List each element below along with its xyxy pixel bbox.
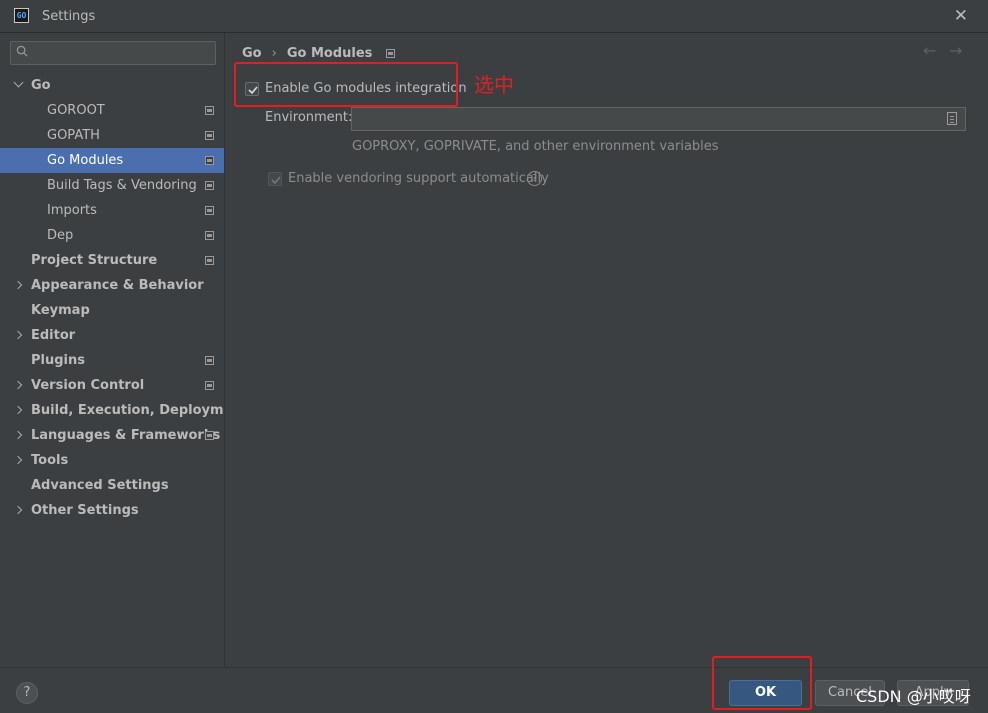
search-icon [16, 45, 28, 57]
sidebar-item-advanced-settings[interactable]: Advanced Settings [0, 473, 224, 498]
sidebar-item-build-execution-deployment[interactable]: Build, Execution, Deployment [0, 398, 248, 423]
help-button[interactable]: ? [16, 682, 38, 704]
sidebar-item-label: Build, Execution, Deployment [31, 403, 248, 418]
sidebar-item-keymap[interactable]: Keymap [0, 298, 224, 323]
sidebar-item-dep[interactable]: Dep [0, 223, 224, 248]
project-level-icon [205, 356, 214, 365]
sidebar-item-build-tags-vendoring[interactable]: Build Tags & Vendoring [0, 173, 224, 198]
sidebar-item-plugins[interactable]: Plugins [0, 348, 224, 373]
project-level-icon [386, 49, 396, 58]
sidebar-item-languages-frameworks[interactable]: Languages & Frameworks [0, 423, 224, 448]
settings-content-panel: Go › Go Modules ← → Enable Go modules in… [224, 33, 988, 667]
breadcrumb-current: Go Modules [286, 46, 373, 61]
sidebar-item-label: Version Control [31, 378, 145, 393]
chevron-right-icon[interactable] [13, 380, 23, 390]
sidebar-item-project-structure[interactable]: Project Structure [0, 248, 224, 273]
sidebar-item-editor[interactable]: Editor [0, 323, 224, 348]
back-arrow-icon[interactable]: ← [923, 41, 936, 60]
annotation-highlight-checkbox [234, 62, 458, 107]
project-level-icon [205, 381, 214, 390]
sidebar-item-label: Plugins [31, 353, 85, 368]
annotation-highlight-ok [712, 656, 812, 710]
sidebar-item-label: Build Tags & Vendoring [47, 178, 197, 193]
chevron-right-icon[interactable] [13, 405, 23, 415]
sidebar-item-label: GOROOT [47, 103, 105, 118]
breadcrumb-separator: › [271, 46, 277, 61]
project-level-icon [205, 181, 214, 190]
settings-search-input[interactable] [10, 41, 216, 65]
environment-input[interactable] [351, 107, 966, 131]
annotation-text: 选中 [474, 73, 514, 97]
breadcrumb: Go › Go Modules [242, 46, 396, 61]
settings-tree: Go GOROOT GOPATH Go Modules Build Tags & Ven… [0, 73, 248, 523]
chevron-right-icon[interactable] [13, 505, 23, 515]
sidebar-item-gopath[interactable]: GOPATH [0, 123, 224, 148]
sidebar-item-label: Go [31, 78, 51, 93]
sidebar-item-label: Project Structure [31, 253, 158, 268]
sidebar-item-label: Dep [47, 228, 74, 243]
project-level-icon [205, 231, 214, 240]
sidebar-item-version-control[interactable]: Version Control [0, 373, 224, 398]
sidebar-item-label: Go Modules [47, 153, 124, 168]
chevron-right-icon[interactable] [13, 280, 23, 290]
project-level-icon [205, 431, 214, 440]
sidebar-item-go[interactable]: Go [0, 73, 224, 98]
title-bar: GO Settings ✕ [0, 0, 988, 33]
sidebar-item-imports[interactable]: Imports [0, 198, 224, 223]
project-level-icon [205, 156, 214, 165]
help-icon[interactable]: ? [527, 171, 542, 186]
checkmark-icon [271, 176, 281, 185]
sidebar-item-label: Advanced Settings [31, 478, 169, 493]
sidebar-item-label: Appearance & Behavior [31, 278, 204, 293]
project-level-icon [205, 106, 214, 115]
sidebar-item-tools[interactable]: Tools [0, 448, 224, 473]
chevron-right-icon[interactable] [13, 430, 23, 440]
environment-label: Environment: [265, 110, 353, 125]
sidebar-item-label: Languages & Frameworks [31, 428, 221, 443]
sidebar-item-other-settings[interactable]: Other Settings [0, 498, 224, 523]
project-level-icon [205, 206, 214, 215]
settings-sidebar: Go GOROOT GOPATH Go Modules Build Tags & Ven… [0, 33, 248, 667]
project-level-icon [205, 131, 214, 140]
project-level-icon [205, 256, 214, 265]
sidebar-item-appearance-behavior[interactable]: Appearance & Behavior [0, 273, 224, 298]
chevron-down-icon[interactable] [13, 77, 24, 88]
forward-arrow-icon[interactable]: → [949, 41, 962, 60]
sidebar-item-label: Other Settings [31, 503, 139, 518]
dialog-footer: ? OK Cancel Apply [0, 667, 988, 713]
window-title: Settings [42, 9, 96, 24]
chevron-right-icon[interactable] [13, 330, 23, 340]
sidebar-item-label: Editor [31, 328, 76, 343]
edit-environment-icon[interactable] [947, 112, 957, 125]
sidebar-item-label: Keymap [31, 303, 90, 318]
sidebar-item-label: Imports [47, 203, 97, 218]
close-icon[interactable]: ✕ [954, 6, 968, 26]
breadcrumb-parent[interactable]: Go [242, 46, 262, 61]
sidebar-item-label: Tools [31, 453, 69, 468]
watermark-text: CSDN @小哎呀 [856, 687, 971, 706]
sidebar-item-goroot[interactable]: GOROOT [0, 98, 224, 123]
sidebar-item-label: GOPATH [47, 128, 100, 143]
environment-hint: GOPROXY, GOPRIVATE, and other environmen… [352, 139, 719, 154]
goland-app-icon: GO [14, 8, 29, 23]
chevron-right-icon[interactable] [13, 455, 23, 465]
sidebar-item-go-modules[interactable]: Go Modules [0, 148, 224, 173]
enable-vendoring-label[interactable]: Enable vendoring support automatically [288, 171, 549, 186]
enable-vendoring-checkbox[interactable] [268, 172, 282, 186]
